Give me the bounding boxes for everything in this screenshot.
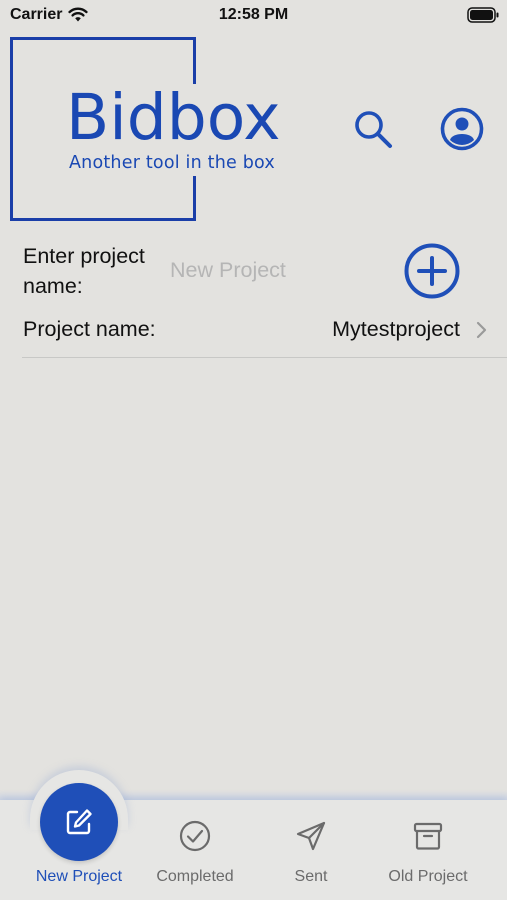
tab-completed[interactable]: Completed <box>135 816 255 896</box>
check-circle-icon <box>179 820 211 852</box>
search-icon[interactable] <box>352 108 394 150</box>
profile-icon[interactable] <box>440 107 484 151</box>
status-bar: Carrier 12:58 PM <box>0 0 507 32</box>
logo-tagline: Another tool in the box <box>69 153 275 173</box>
archive-icon <box>413 822 443 850</box>
project-name-input[interactable] <box>170 253 390 287</box>
tab-completed-label: Completed <box>156 868 234 885</box>
logo-title: Bidbox <box>66 81 281 154</box>
tab-new-project-label: New Project <box>35 868 123 885</box>
enter-project-name-label: Enter project name: <box>23 244 145 298</box>
project-name-row[interactable]: Project name: Mytestproject <box>22 310 507 358</box>
send-icon <box>296 821 326 851</box>
tab-sent-label: Sent <box>294 868 328 885</box>
battery-icon <box>467 7 499 23</box>
tab-old-project[interactable]: Old Project <box>368 816 488 896</box>
tab-new-project[interactable]: New Project <box>19 816 139 896</box>
project-name-value: Mytestproject <box>332 317 460 341</box>
chevron-right-icon <box>476 321 487 339</box>
status-time: 12:58 PM <box>218 6 289 23</box>
tab-old-project-label: Old Project <box>388 868 468 885</box>
tab-sent[interactable]: Sent <box>251 816 371 896</box>
project-name-label: Project name: <box>23 317 156 341</box>
plus-circle-icon[interactable] <box>403 242 461 300</box>
